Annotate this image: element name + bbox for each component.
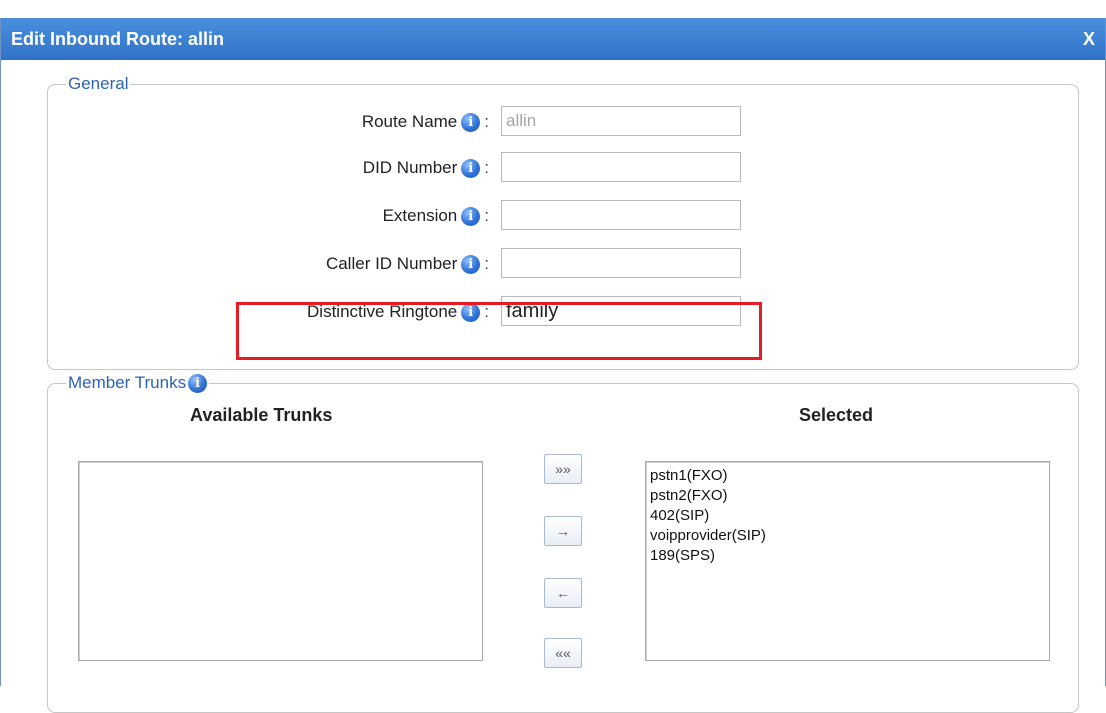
list-item[interactable]: 189(SPS) xyxy=(646,546,1049,566)
remove-all-button[interactable]: «« xyxy=(544,638,582,668)
caller-id-number-row: Caller ID Number i : xyxy=(1,248,489,280)
list-item[interactable]: pstn2(FXO) xyxy=(646,486,1049,506)
highlight-box xyxy=(236,302,762,360)
caller-id-number-label: Caller ID Number xyxy=(325,254,458,273)
caller-id-number-input[interactable] xyxy=(501,248,741,278)
dialog-title: Edit Inbound Route: allin xyxy=(11,29,224,49)
info-icon[interactable]: i xyxy=(461,158,481,178)
list-item[interactable]: 402(SIP) xyxy=(646,506,1049,526)
add-all-button[interactable]: »» xyxy=(544,454,582,484)
dialog-title-bar[interactable]: Edit Inbound Route: allin X xyxy=(1,18,1105,60)
extension-input[interactable] xyxy=(501,200,741,230)
add-one-button[interactable]: → xyxy=(544,516,582,546)
background-window-strip xyxy=(0,0,1106,20)
did-number-label: DID Number xyxy=(362,158,458,177)
close-button[interactable]: X xyxy=(1083,18,1095,60)
edit-inbound-route-dialog: Edit Inbound Route: allin X General Rout… xyxy=(0,18,1106,713)
member-trunks-legend: Member Trunks i xyxy=(66,373,209,393)
did-number-row: DID Number i : xyxy=(1,152,489,184)
available-trunks-list[interactable] xyxy=(78,461,483,661)
route-name-row: Route Name i : xyxy=(1,106,489,138)
route-name-input[interactable] xyxy=(501,106,741,136)
extension-label: Extension xyxy=(382,206,458,225)
route-name-label: Route Name xyxy=(361,112,458,131)
remove-one-button[interactable]: ← xyxy=(544,578,582,608)
selected-trunks-heading: Selected xyxy=(799,405,874,425)
selected-trunks-list[interactable]: pstn1(FXO) pstn2(FXO) 402(SIP) voipprovi… xyxy=(645,461,1050,661)
available-trunks-heading: Available Trunks xyxy=(190,405,333,425)
general-legend: General xyxy=(68,74,129,93)
list-item[interactable]: pstn1(FXO) xyxy=(646,466,1049,486)
info-icon[interactable]: i xyxy=(188,373,208,393)
list-item[interactable]: voipprovider(SIP) xyxy=(646,526,1049,546)
extension-row: Extension i : xyxy=(1,200,489,232)
info-icon[interactable]: i xyxy=(461,112,481,132)
did-number-input[interactable] xyxy=(501,152,741,182)
info-icon[interactable]: i xyxy=(461,254,481,274)
info-icon[interactable]: i xyxy=(461,206,481,226)
